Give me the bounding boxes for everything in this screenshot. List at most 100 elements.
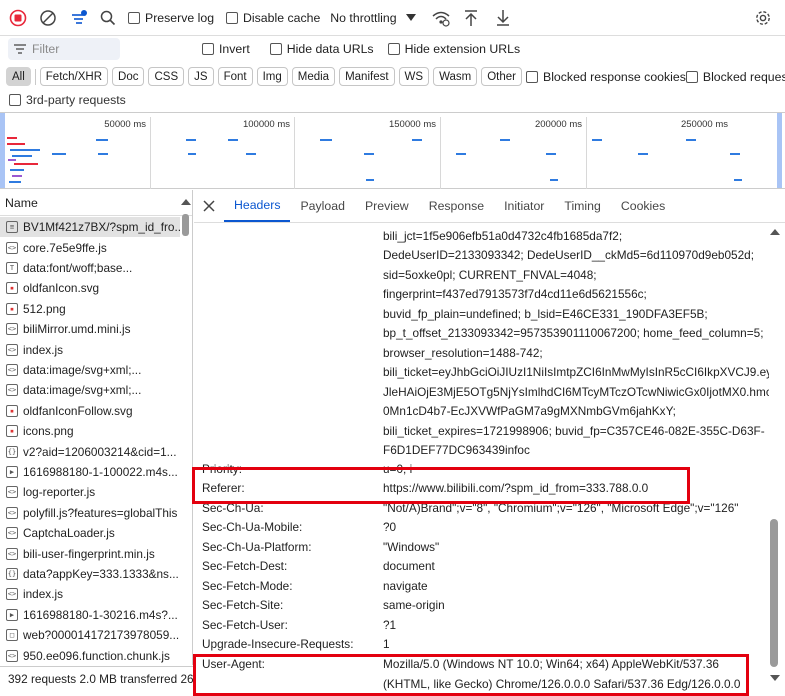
script-icon: <> xyxy=(6,363,18,376)
checkbox-box[interactable] xyxy=(9,94,21,106)
settings-gear-icon[interactable] xyxy=(753,8,773,28)
timeline-bar xyxy=(638,153,648,155)
request-row[interactable]: <> bili-user-fingerprint.min.js xyxy=(0,543,180,563)
request-row[interactable]: <> log-reporter.js xyxy=(0,482,180,502)
checkbox-box[interactable] xyxy=(202,43,214,55)
request-name: BV1Mf421z7BX/?spm_id_fro... xyxy=(23,220,180,235)
type-manifest[interactable]: Manifest xyxy=(339,67,395,86)
request-row[interactable]: <> core.7e5e9ffe.js xyxy=(0,237,180,257)
preserve-log-checkbox[interactable]: Preserve log xyxy=(128,11,214,25)
hide-extension-urls-checkbox[interactable]: Hide extension URLs xyxy=(387,42,520,56)
header-name: Sec-Ch-Ua-Platform: xyxy=(202,539,312,554)
clear-icon[interactable] xyxy=(38,8,58,28)
tab-preview[interactable]: Preview xyxy=(355,190,419,222)
script-icon: <> xyxy=(6,323,18,336)
disable-cache-checkbox[interactable]: Disable cache xyxy=(226,11,320,25)
type-font[interactable]: Font xyxy=(217,67,253,86)
timeline-selection-left[interactable] xyxy=(0,113,5,188)
timeline-selection-right[interactable] xyxy=(777,113,782,188)
list-scroll-up-icon[interactable] xyxy=(181,198,191,206)
network-overview-timeline[interactable]: 50000 ms 100000 ms 150000 ms 200000 ms 2… xyxy=(0,112,785,189)
type-ws[interactable]: WS xyxy=(398,67,430,86)
filter-input-box[interactable]: Filter xyxy=(8,38,120,60)
filter-toggle-icon[interactable] xyxy=(68,7,90,29)
throttling-value: No throttling xyxy=(330,10,397,25)
third-party-checkbox[interactable]: 3rd-party requests xyxy=(9,93,126,107)
blocked-requests-checkbox[interactable]: Blocked requests xyxy=(685,69,785,84)
document-icon: ≡ xyxy=(6,221,18,234)
checkbox-box[interactable] xyxy=(526,70,538,83)
timeline-bar xyxy=(96,139,108,141)
request-row[interactable]: {} data?appKey=333.1333&ns... xyxy=(0,564,180,584)
request-row[interactable]: <> 950.ee096.function.chunk.js xyxy=(0,645,180,665)
request-row[interactable]: Tdata:font/woff;base... xyxy=(0,258,180,278)
blocked-response-cookies-checkbox[interactable]: Blocked response cookies xyxy=(526,70,686,84)
header-row: Sec-Ch-Ua-Mobile: ?0 xyxy=(202,518,762,538)
image-icon: ▪ xyxy=(6,282,18,295)
request-row[interactable]: <> polyfill.js?features=globalThis xyxy=(0,503,180,523)
cookie-value-line: bp_t_offset_2133093342=95735390111006720… xyxy=(383,326,764,341)
checkbox-box[interactable] xyxy=(226,11,239,24)
timeline-bar xyxy=(10,169,24,171)
search-icon[interactable] xyxy=(98,8,118,28)
type-other[interactable]: Other xyxy=(481,67,522,86)
tab-timing[interactable]: Timing xyxy=(554,190,610,222)
tab-payload[interactable]: Payload xyxy=(290,190,354,222)
timeline-bar xyxy=(188,153,196,155)
type-all[interactable]: All xyxy=(6,67,31,86)
close-icon[interactable] xyxy=(194,190,224,222)
invert-checkbox[interactable]: Invert xyxy=(202,42,250,56)
header-value: same-origin xyxy=(383,598,445,613)
request-row[interactable]: <> data:image/svg+xml;... xyxy=(0,360,180,380)
request-row[interactable]: ▶ 1616988180-1-100022.m4s... xyxy=(0,462,180,482)
request-row[interactable]: ▪ oldfanIconFollow.svg xyxy=(0,401,180,421)
details-scroll-down-icon[interactable] xyxy=(770,674,780,682)
request-name: core.7e5e9ffe.js xyxy=(23,240,107,255)
tab-response[interactable]: Response xyxy=(419,190,494,222)
request-row[interactable]: ▪ oldfanIcon.svg xyxy=(0,278,180,298)
name-column-header[interactable]: Name xyxy=(0,190,192,216)
request-row[interactable]: {} v2?aid=1206003214&cid=1... xyxy=(0,441,180,461)
type-fetch-xhr[interactable]: Fetch/XHR xyxy=(39,67,109,86)
request-row[interactable]: □ web?000014172173978059... xyxy=(0,625,180,645)
throttling-select[interactable]: No throttling xyxy=(330,11,416,25)
main-toolbar: Preserve log Disable cache No throttling xyxy=(0,0,785,36)
hide-data-urls-checkbox[interactable]: Hide data URLs xyxy=(269,42,374,56)
list-scrollbar-thumb[interactable] xyxy=(182,214,189,236)
request-row[interactable]: ▶ 1616988180-1-30216.m4s?... xyxy=(0,605,180,625)
timeline-bar xyxy=(246,153,256,155)
type-doc[interactable]: Doc xyxy=(112,67,145,86)
type-wasm[interactable]: Wasm xyxy=(433,67,478,86)
type-img[interactable]: Img xyxy=(256,67,288,86)
checkbox-box[interactable] xyxy=(685,70,698,83)
type-js[interactable]: JS xyxy=(188,67,214,86)
request-row[interactable]: ▪ 512.png xyxy=(0,299,180,319)
request-row[interactable]: <> index.js xyxy=(0,339,180,359)
timeline-bar xyxy=(550,179,558,181)
header-name: Sec-Fetch-User: xyxy=(202,617,288,632)
tab-initiator[interactable]: Initiator xyxy=(494,190,554,222)
type-media[interactable]: Media xyxy=(291,67,336,86)
tab-headers[interactable]: Headers xyxy=(224,190,291,222)
upload-icon[interactable] xyxy=(461,8,481,28)
checkbox-box[interactable] xyxy=(128,11,140,24)
details-scroll-up-icon[interactable] xyxy=(770,228,780,236)
request-name: biliMirror.umd.mini.js xyxy=(23,322,131,337)
details-scrollbar-thumb[interactable] xyxy=(770,519,778,667)
download-icon[interactable] xyxy=(493,8,513,28)
tab-cookies[interactable]: Cookies xyxy=(611,190,675,222)
request-row[interactable]: <> CaptchaLoader.js xyxy=(0,523,180,543)
header-value: ?0 xyxy=(383,520,397,535)
checkbox-box[interactable] xyxy=(269,43,282,55)
request-row[interactable]: ≡ BV1Mf421z7BX/?spm_id_fro... xyxy=(0,217,180,238)
type-css[interactable]: CSS xyxy=(148,67,185,86)
network-conditions-icon[interactable] xyxy=(431,8,451,28)
header-value: 1 xyxy=(383,637,390,652)
blocked-requests-label: Blocked requests xyxy=(702,69,785,84)
record-stop-icon[interactable] xyxy=(8,8,28,28)
request-row[interactable]: <> data:image/svg+xml;... xyxy=(0,380,180,400)
request-row[interactable]: <> biliMirror.umd.mini.js xyxy=(0,319,180,339)
request-row[interactable]: <> index.js xyxy=(0,584,180,604)
checkbox-box[interactable] xyxy=(387,43,400,55)
request-row[interactable]: ▪ icons.png xyxy=(0,421,180,441)
